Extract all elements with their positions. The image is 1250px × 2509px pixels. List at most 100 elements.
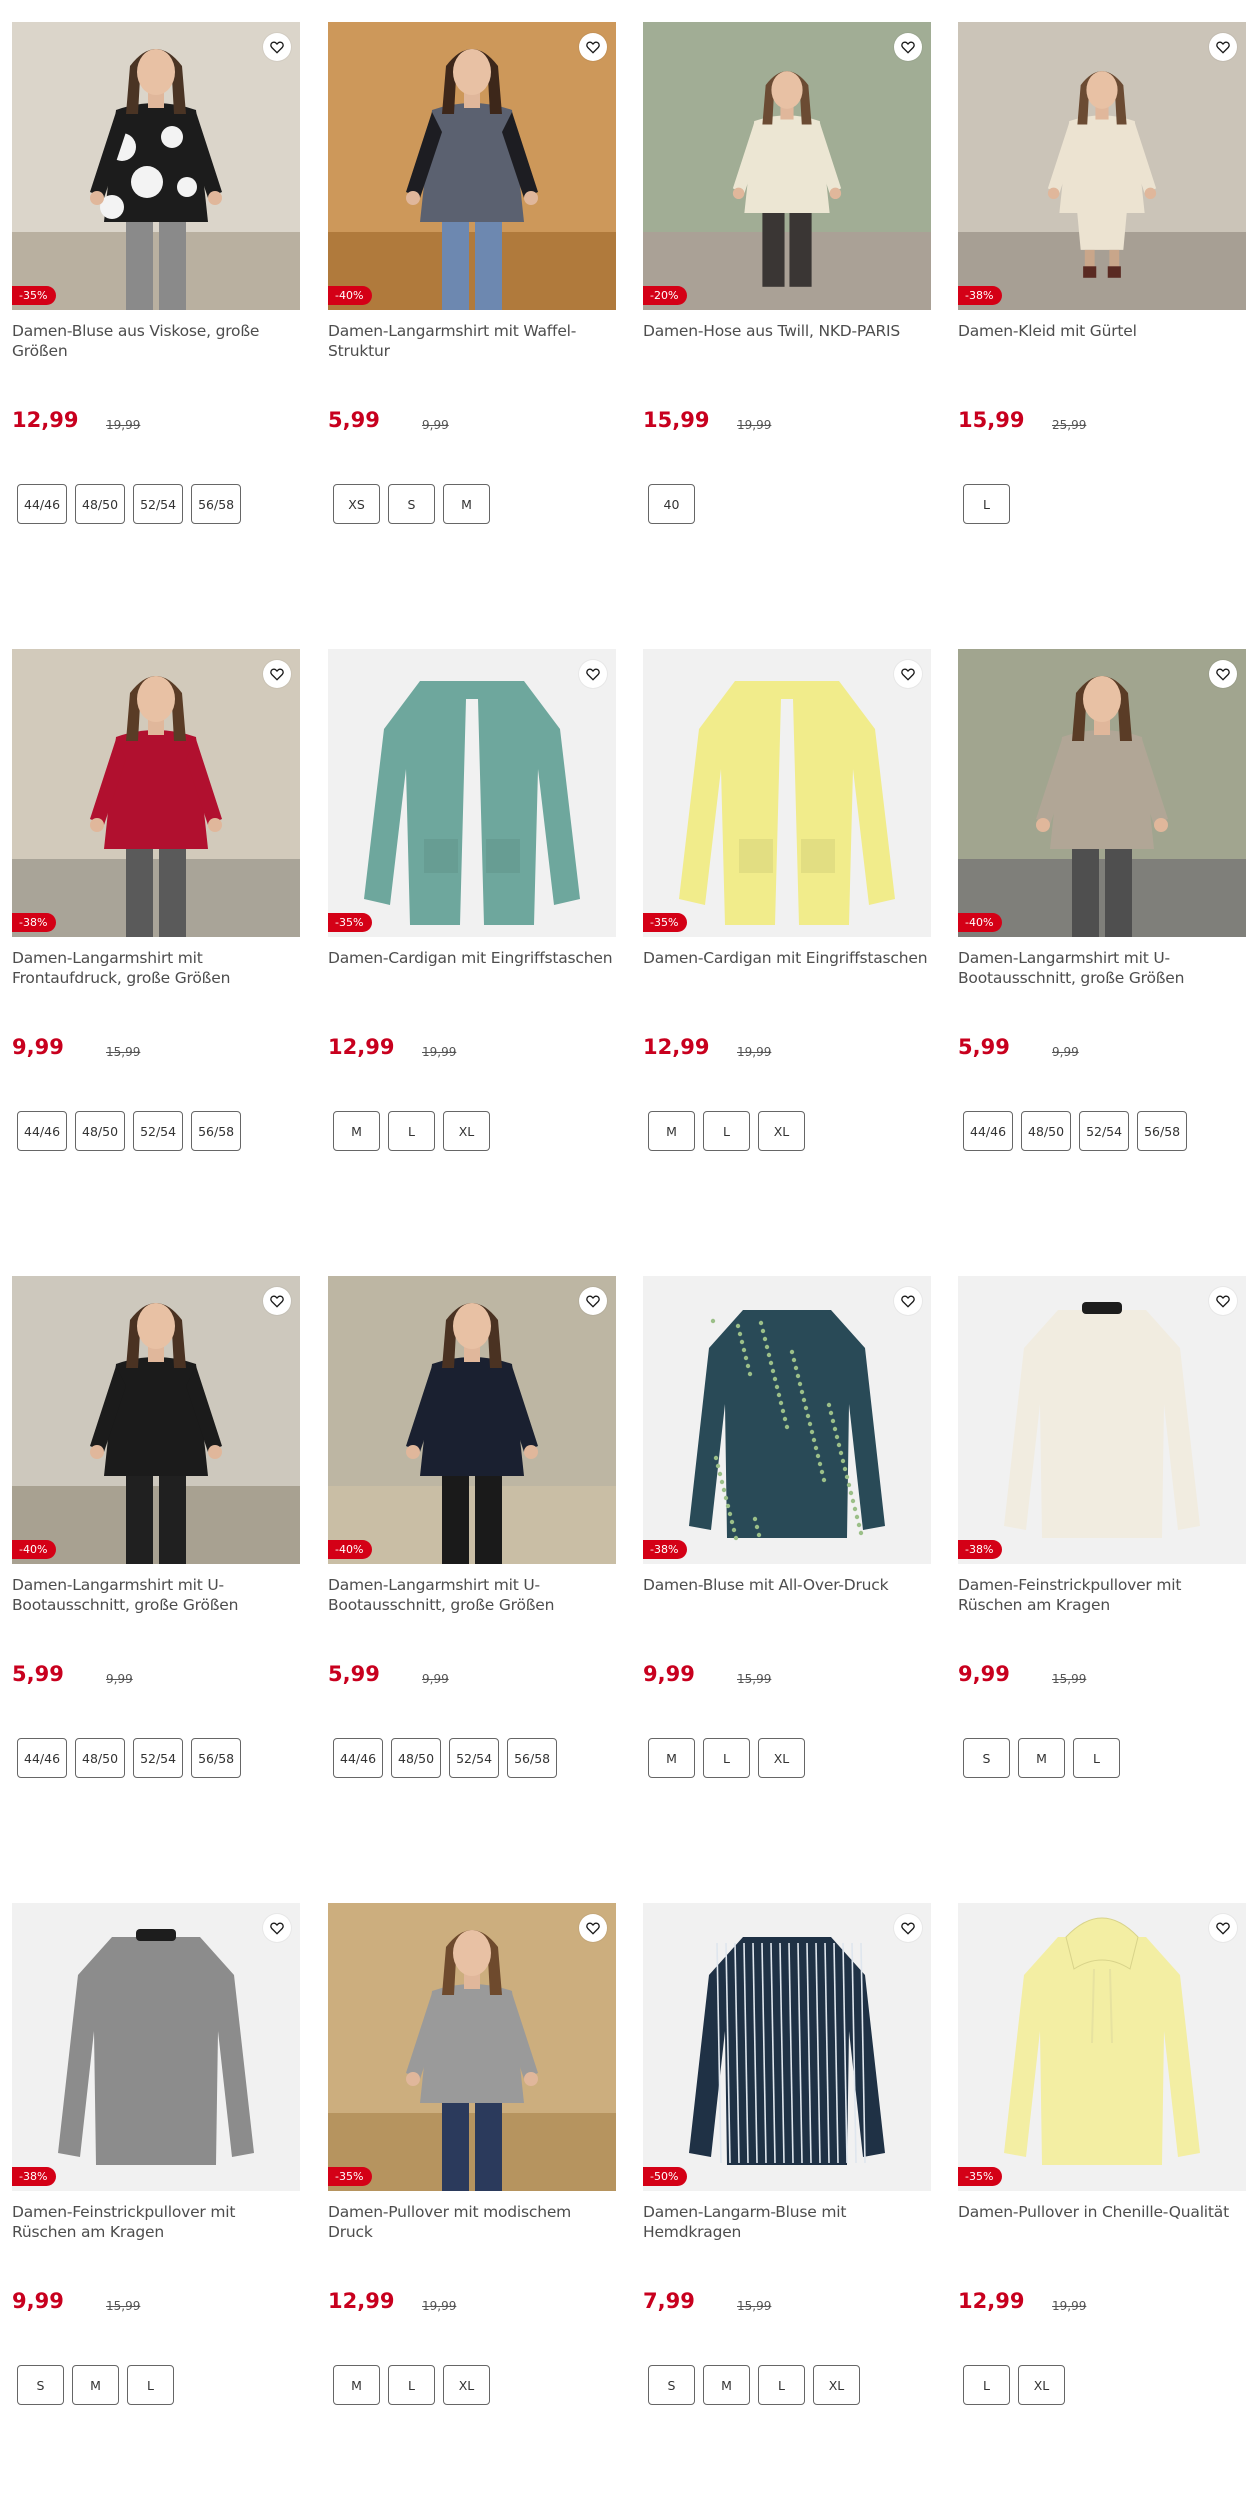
size-option[interactable]: M (333, 1111, 380, 1151)
size-option[interactable]: L (963, 484, 1010, 524)
size-option[interactable]: 48/50 (75, 1738, 126, 1778)
product-card[interactable]: -40% Damen-Langarmshirt mit U-Bootaussch… (328, 1276, 616, 1836)
product-image-link[interactable]: -40% (12, 1276, 300, 1564)
size-option[interactable]: 44/46 (963, 1111, 1014, 1151)
size-option[interactable]: 52/54 (449, 1738, 500, 1778)
wishlist-button[interactable] (1209, 1287, 1237, 1315)
size-option[interactable]: M (333, 2365, 380, 2405)
product-title[interactable]: Damen-Pullover mit modischem Druck (328, 2202, 616, 2242)
size-option[interactable]: 48/50 (75, 484, 126, 524)
product-title[interactable]: Damen-Feinstrickpullover mit Rüschen am … (958, 1575, 1246, 1615)
wishlist-button[interactable] (894, 1914, 922, 1942)
product-image-link[interactable]: -35% (643, 649, 931, 937)
wishlist-button[interactable] (263, 1914, 291, 1942)
size-option[interactable]: 56/58 (191, 484, 242, 524)
product-image-link[interactable]: -38% (12, 649, 300, 937)
product-image-link[interactable]: -40% (328, 1276, 616, 1564)
size-option[interactable]: M (443, 484, 490, 524)
wishlist-button[interactable] (1209, 660, 1237, 688)
product-card[interactable]: -38% Damen-Feinstrickpullover mit Rüsche… (12, 1903, 300, 2463)
product-card[interactable]: -40% Damen-Langarmshirt mit U-Bootaussch… (12, 1276, 300, 1836)
size-option[interactable]: 48/50 (391, 1738, 442, 1778)
product-image-link[interactable]: -38% (958, 1276, 1246, 1564)
product-image-link[interactable]: -35% (328, 1903, 616, 2191)
size-option[interactable]: L (388, 2365, 435, 2405)
size-option[interactable]: 48/50 (1021, 1111, 1072, 1151)
size-option[interactable]: S (648, 2365, 695, 2405)
product-title[interactable]: Damen-Feinstrickpullover mit Rüschen am … (12, 2202, 300, 2242)
wishlist-button[interactable] (579, 660, 607, 688)
size-option[interactable]: L (127, 2365, 174, 2405)
product-image-link[interactable]: -35% (958, 1903, 1246, 2191)
product-title[interactable]: Damen-Langarmshirt mit U-Bootausschnitt,… (328, 1575, 616, 1615)
product-image-link[interactable]: -35% (328, 649, 616, 937)
size-option[interactable]: XL (758, 1111, 805, 1151)
size-option[interactable]: XL (758, 1738, 805, 1778)
size-option[interactable]: 56/58 (507, 1738, 558, 1778)
product-title[interactable]: Damen-Langarmshirt mit Waffel-Struktur (328, 321, 616, 361)
size-option[interactable]: L (758, 2365, 805, 2405)
product-card[interactable]: -38% Damen-Kleid mit Gürtel 15,99 25,99 … (958, 22, 1246, 582)
product-image-link[interactable]: -38% (958, 22, 1246, 310)
size-option[interactable]: 44/46 (17, 1738, 68, 1778)
size-option[interactable]: M (72, 2365, 119, 2405)
wishlist-button[interactable] (1209, 33, 1237, 61)
size-option[interactable]: 56/58 (1137, 1111, 1188, 1151)
size-option[interactable]: 56/58 (191, 1738, 242, 1778)
wishlist-button[interactable] (894, 33, 922, 61)
wishlist-button[interactable] (1209, 1914, 1237, 1942)
size-option[interactable]: L (703, 1738, 750, 1778)
wishlist-button[interactable] (263, 660, 291, 688)
wishlist-button[interactable] (579, 1287, 607, 1315)
size-option[interactable]: M (648, 1738, 695, 1778)
size-option[interactable]: 52/54 (1079, 1111, 1130, 1151)
product-card[interactable]: -38% Damen-Langarmshirt mit Frontaufdruc… (12, 649, 300, 1209)
product-card[interactable]: -38% Damen-Feinstrickpullover mit Rüsche… (958, 1276, 1246, 1836)
product-card[interactable]: -20% Damen-Hose aus Twill, NKD-PARIS 15,… (643, 22, 931, 582)
size-option[interactable]: 48/50 (75, 1111, 126, 1151)
size-option[interactable]: 52/54 (133, 484, 184, 524)
wishlist-button[interactable] (894, 1287, 922, 1315)
size-option[interactable]: M (1018, 1738, 1065, 1778)
product-title[interactable]: Damen-Kleid mit Gürtel (958, 321, 1246, 341)
size-option[interactable]: S (963, 1738, 1010, 1778)
product-image-link[interactable]: -38% (12, 1903, 300, 2191)
product-title[interactable]: Damen-Langarmshirt mit U-Bootausschnitt,… (12, 1575, 300, 1615)
size-option[interactable]: L (963, 2365, 1010, 2405)
size-option[interactable]: S (388, 484, 435, 524)
size-option[interactable]: XL (1018, 2365, 1065, 2405)
size-option[interactable]: XL (443, 1111, 490, 1151)
product-card[interactable]: -35% Damen-Cardigan mit Eingriffstaschen… (643, 649, 931, 1209)
product-image-link[interactable]: -20% (643, 22, 931, 310)
size-option[interactable]: 44/46 (17, 1111, 68, 1151)
size-option[interactable]: S (17, 2365, 64, 2405)
product-title[interactable]: Damen-Cardigan mit Eingriffstaschen (328, 948, 616, 968)
product-title[interactable]: Damen-Hose aus Twill, NKD-PARIS (643, 321, 931, 341)
product-title[interactable]: Damen-Cardigan mit Eingriffstaschen (643, 948, 931, 968)
wishlist-button[interactable] (263, 33, 291, 61)
product-image-link[interactable]: -50% (643, 1903, 931, 2191)
product-card[interactable]: -35% Damen-Bluse aus Viskose, große Größ… (12, 22, 300, 582)
size-option[interactable]: 56/58 (191, 1111, 242, 1151)
product-card[interactable]: -35% Damen-Cardigan mit Eingriffstaschen… (328, 649, 616, 1209)
product-title[interactable]: Damen-Langarmshirt mit Frontaufdruck, gr… (12, 948, 300, 988)
size-option[interactable]: 44/46 (17, 484, 68, 524)
size-option[interactable]: L (703, 1111, 750, 1151)
product-title[interactable]: Damen-Pullover in Chenille-Qualität (958, 2202, 1246, 2222)
product-title[interactable]: Damen-Langarmshirt mit U-Bootausschnitt,… (958, 948, 1246, 988)
product-card[interactable]: -50% Damen-Langarm-Bluse mit Hemdkragen … (643, 1903, 931, 2463)
size-option[interactable]: M (648, 1111, 695, 1151)
wishlist-button[interactable] (579, 33, 607, 61)
size-option[interactable]: L (388, 1111, 435, 1151)
product-image-link[interactable]: -38% (643, 1276, 931, 1564)
wishlist-button[interactable] (263, 1287, 291, 1315)
size-option[interactable]: XS (333, 484, 380, 524)
size-option[interactable]: XL (813, 2365, 860, 2405)
wishlist-button[interactable] (579, 1914, 607, 1942)
size-option[interactable]: L (1073, 1738, 1120, 1778)
product-card[interactable]: -38% Damen-Bluse mit All-Over-Druck 9,99… (643, 1276, 931, 1836)
size-option[interactable]: 44/46 (333, 1738, 384, 1778)
product-card[interactable]: -35% Damen-Pullover in Chenille-Qualität… (958, 1903, 1246, 2463)
product-image-link[interactable]: -40% (328, 22, 616, 310)
wishlist-button[interactable] (894, 660, 922, 688)
